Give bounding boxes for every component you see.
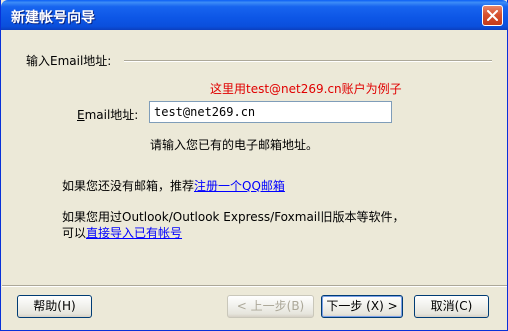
import-prompt: 可以直接导入已有帐号 bbox=[62, 224, 182, 241]
email-label-rest: mail地址: bbox=[84, 108, 139, 122]
wizard-content: 输入Email地址: 这里用test@net269.cn账户为例子 Email地… bbox=[2, 30, 507, 280]
email-label-accel: E bbox=[77, 108, 85, 122]
register-text: 如果您还没有邮箱，推荐 bbox=[62, 179, 195, 193]
import-link[interactable]: 直接导入已有帐号 bbox=[86, 226, 182, 240]
wizard-window: 新建帐号向导 输入Email地址: 这里用test@net269.cn账户为例子… bbox=[0, 0, 508, 331]
title-bar[interactable]: 新建帐号向导 bbox=[1, 0, 508, 30]
import-line1: 如果您用过Outlook/Outlook Express/Foxmail旧版本等… bbox=[62, 210, 405, 224]
help-button[interactable]: 帮助(H) bbox=[17, 295, 92, 318]
register-link[interactable]: 注册一个QQ邮箱 bbox=[194, 179, 285, 193]
register-prompt: 如果您还没有邮箱，推荐注册一个QQ邮箱 bbox=[62, 177, 285, 194]
button-separator bbox=[2, 285, 507, 287]
prev-button[interactable]: < 上一步(B) bbox=[227, 295, 314, 318]
email-note: 请输入您已有的电子邮箱地址。 bbox=[150, 138, 319, 152]
import-prefix: 可以 bbox=[62, 226, 87, 240]
email-input[interactable] bbox=[149, 101, 392, 123]
group-divider bbox=[124, 60, 492, 62]
email-label: Email地址: bbox=[77, 106, 138, 123]
close-icon bbox=[487, 10, 498, 21]
group-label: 输入Email地址: bbox=[26, 54, 112, 68]
close-button[interactable] bbox=[482, 5, 503, 26]
cancel-button[interactable]: 取消(C) bbox=[414, 295, 489, 318]
hint-text: 这里用test@net269.cn账户为例子 bbox=[210, 82, 402, 96]
next-button[interactable]: 下一步 (X) > bbox=[321, 295, 403, 318]
window-title: 新建帐号向导 bbox=[11, 10, 95, 26]
